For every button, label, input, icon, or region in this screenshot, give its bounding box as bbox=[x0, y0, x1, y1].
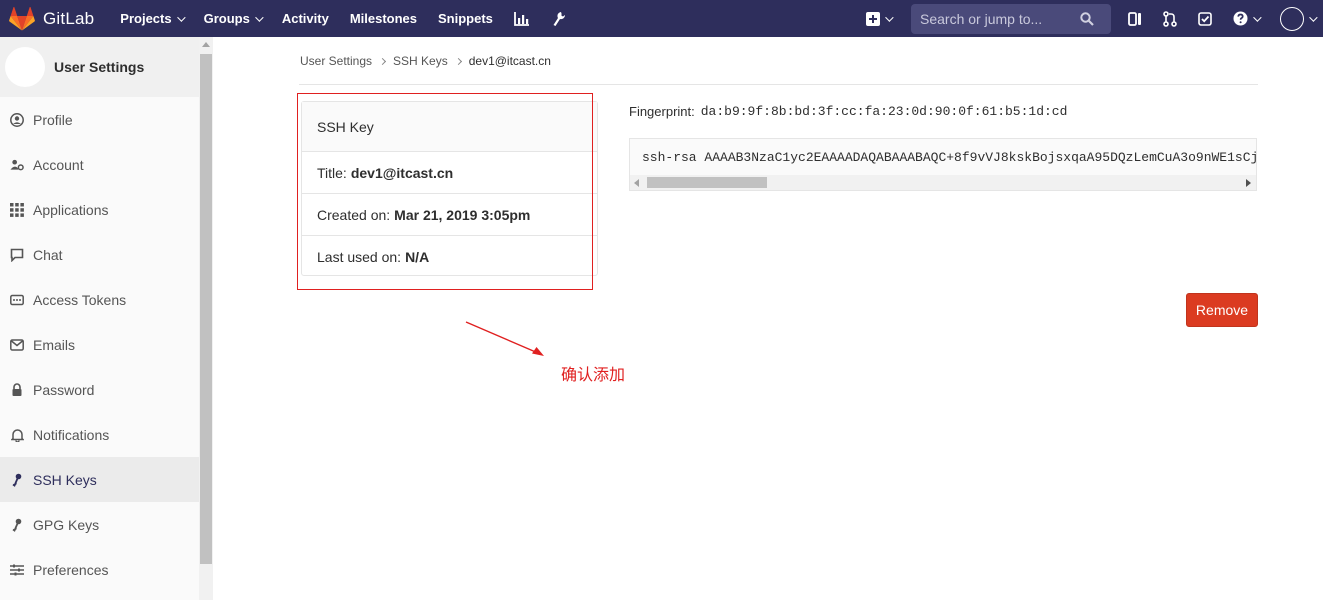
user-settings-avatar bbox=[5, 47, 45, 87]
email-icon bbox=[10, 338, 24, 352]
nav-activity-label: Activity bbox=[281, 11, 329, 26]
preferences-icon bbox=[10, 563, 24, 577]
fingerprint: Fingerprint: da:b9:9f:8b:bd:3f:cc:fa:23:… bbox=[629, 104, 1067, 119]
top-navbar: GitLab Projects Groups Activity Mileston… bbox=[0, 0, 1323, 37]
annotation-highlight-box bbox=[297, 93, 593, 290]
fingerprint-value: da:b9:9f:8b:bd:3f:cc:fa:23:0d:90:0f:61:b… bbox=[700, 104, 1068, 119]
sidebar-toggle-icon[interactable] bbox=[1128, 11, 1142, 26]
sidebar-header[interactable]: User Settings bbox=[0, 37, 199, 97]
nav-snippets-label: Snippets bbox=[438, 11, 493, 26]
sidebar-menu: Profile Account Applications Chat Access… bbox=[0, 97, 199, 592]
key-icon bbox=[10, 473, 24, 487]
sidebar-item-applications[interactable]: Applications bbox=[0, 187, 199, 232]
help-icon bbox=[1233, 11, 1248, 26]
sidebar-item-label: Preferences bbox=[33, 561, 109, 578]
sidebar-item-gpg-keys[interactable]: GPG Keys bbox=[0, 502, 199, 547]
breadcrumb-user-settings[interactable]: User Settings bbox=[300, 54, 372, 68]
sidebar-item-access-tokens[interactable]: Access Tokens bbox=[0, 277, 199, 322]
remove-button[interactable]: Remove bbox=[1186, 293, 1258, 327]
nav-activity[interactable]: Activity bbox=[282, 11, 329, 26]
key-horizontal-scrollbar[interactable] bbox=[630, 175, 1256, 190]
annotation-text: 确认添加 bbox=[561, 365, 626, 384]
chevron-right-icon bbox=[454, 57, 462, 65]
chevron-down-icon bbox=[176, 12, 186, 22]
account-gear-icon bbox=[10, 158, 24, 172]
sidebar-item-label: Profile bbox=[33, 111, 73, 128]
sidebar-item-label: GPG Keys bbox=[33, 516, 100, 533]
nav-groups-label: Groups bbox=[203, 11, 250, 26]
nav-snippets[interactable]: Snippets bbox=[438, 11, 493, 26]
chevron-down-icon bbox=[1309, 12, 1318, 22]
chevron-right-icon bbox=[378, 57, 387, 65]
settings-sidebar: User Settings Profile Account Applicatio… bbox=[0, 37, 213, 600]
sidebar-item-label: SSH Keys bbox=[33, 471, 97, 488]
sidebar-item-ssh-keys[interactable]: SSH Keys bbox=[0, 457, 199, 502]
sidebar-item-label: Access Tokens bbox=[33, 291, 127, 308]
scroll-up-arrow-icon[interactable] bbox=[202, 42, 210, 47]
bell-icon bbox=[10, 428, 24, 442]
fingerprint-label: Fingerprint: bbox=[629, 104, 695, 119]
sidebar-item-label: Password bbox=[33, 381, 95, 398]
nav-milestones[interactable]: Milestones bbox=[350, 11, 417, 26]
chat-icon bbox=[10, 248, 24, 262]
search-input[interactable] bbox=[920, 10, 1080, 27]
wrench-icon[interactable] bbox=[552, 11, 566, 27]
scroll-right-arrow-icon[interactable] bbox=[1246, 179, 1251, 187]
applications-grid-icon bbox=[10, 202, 24, 217]
chevron-down-icon bbox=[885, 12, 894, 22]
nav-projects[interactable]: Projects bbox=[120, 11, 186, 26]
plus-square-icon bbox=[866, 11, 880, 26]
scroll-left-arrow-icon[interactable] bbox=[634, 179, 639, 187]
breadcrumb-current[interactable]: dev1@itcast.cn bbox=[469, 54, 551, 68]
chevron-down-icon bbox=[255, 12, 264, 22]
gitlab-fox-icon bbox=[9, 6, 35, 31]
breadcrumb-ssh-keys[interactable]: SSH Keys bbox=[393, 54, 448, 68]
sidebar-item-label: Applications bbox=[33, 201, 109, 218]
sidebar-item-label: Notifications bbox=[33, 426, 110, 443]
sidebar-item-label: Emails bbox=[33, 336, 76, 353]
sidebar-item-notifications[interactable]: Notifications bbox=[0, 412, 199, 457]
sidebar-item-preferences[interactable]: Preferences bbox=[0, 547, 199, 592]
sidebar-scrollbar-thumb[interactable] bbox=[200, 54, 212, 564]
breadcrumb: User Settings SSH Keys dev1@itcast.cn bbox=[300, 54, 551, 68]
public-key-box: ssh-rsa AAAAB3NzaC1yc2EAAAADAQABAAABAQC+… bbox=[629, 138, 1257, 191]
sidebar-item-password[interactable]: Password bbox=[0, 367, 199, 412]
public-key-text: ssh-rsa AAAAB3NzaC1yc2EAAAADAQABAAABAQC+… bbox=[642, 150, 1257, 165]
gitlab-logo[interactable]: GitLab bbox=[9, 6, 95, 31]
sidebar-item-label: Chat bbox=[33, 246, 63, 263]
annotation-arrow-icon bbox=[465, 321, 544, 356]
nav-groups[interactable]: Groups bbox=[203, 11, 264, 26]
brand-name: GitLab bbox=[43, 8, 95, 28]
sidebar-scrollbar[interactable] bbox=[199, 37, 213, 600]
nav-projects-label: Projects bbox=[120, 11, 172, 26]
divider bbox=[299, 84, 1258, 85]
chevron-down-icon bbox=[1253, 12, 1262, 22]
sidebar-item-profile[interactable]: Profile bbox=[0, 97, 199, 142]
help-dropdown[interactable] bbox=[1233, 11, 1262, 26]
access-token-icon bbox=[10, 293, 24, 307]
sidebar-title: User Settings bbox=[54, 59, 145, 75]
sidebar-item-chat[interactable]: Chat bbox=[0, 232, 199, 277]
lock-icon bbox=[10, 382, 24, 397]
todo-check-icon[interactable] bbox=[1198, 11, 1212, 26]
new-item-dropdown[interactable] bbox=[866, 11, 894, 26]
user-avatar bbox=[1280, 6, 1304, 31]
nav-milestones-label: Milestones bbox=[349, 11, 417, 26]
search-box[interactable] bbox=[911, 3, 1111, 34]
key-icon bbox=[10, 518, 24, 532]
sidebar-item-label: Account bbox=[33, 156, 84, 173]
sidebar-item-account[interactable]: Account bbox=[0, 142, 199, 187]
merge-request-icon[interactable] bbox=[1163, 10, 1177, 27]
user-menu[interactable] bbox=[1280, 6, 1318, 31]
profile-icon bbox=[10, 112, 24, 127]
search-icon bbox=[1080, 11, 1094, 26]
key-scrollbar-thumb[interactable] bbox=[647, 177, 767, 188]
sidebar-item-emails[interactable]: Emails bbox=[0, 322, 199, 367]
chart-icon[interactable] bbox=[514, 11, 530, 26]
